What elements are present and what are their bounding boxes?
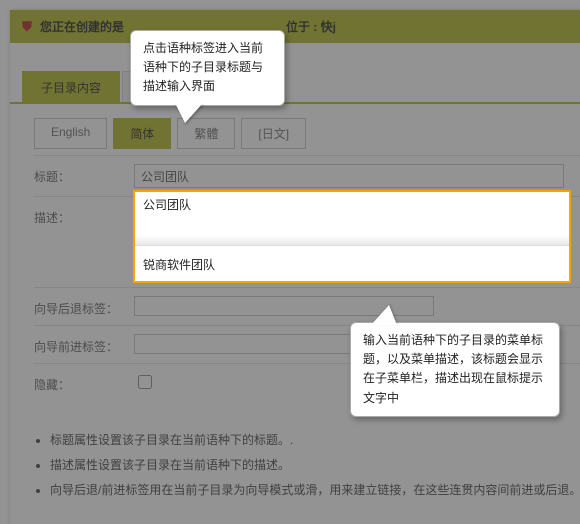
hidden-label: 隐藏： — [34, 372, 134, 393]
help-bullet: 标题属性设置该子目录在当前语种下的标题。. — [50, 429, 580, 452]
lang-tab-japanese[interactable]: [日文] — [241, 118, 306, 149]
description-label: 描述： — [34, 205, 134, 226]
lang-tab-traditional[interactable]: 繁體 — [177, 118, 235, 149]
divider — [135, 235, 569, 246]
tab-subdir-content[interactable]: 子目录内容 — [22, 71, 120, 102]
callout-title-desc: 输入当前语种下的子目录的菜单标题，以及菜单描述，该标题会显示在子菜单栏，描述出现… — [350, 322, 560, 417]
hidden-checkbox[interactable] — [138, 375, 152, 389]
banner-text-right: 位于 : 快j — [286, 18, 336, 35]
callout-text: 点击语种标签进入当前语种下的子目录标题与描述输入界面 — [143, 41, 263, 93]
wizard-back-label: 向导后退标签： — [34, 296, 134, 317]
highlight-desc-value[interactable]: 锐商软件团队 — [135, 250, 569, 273]
highlight-title-desc: 公司团队 锐商软件团队 — [133, 190, 571, 283]
primary-tabs: 子目录内容 限 — [10, 71, 580, 104]
help-bullet: 描述属性设置该子目录在当前语种下的描述。 — [50, 454, 580, 477]
title-input[interactable]: 公司团队 — [134, 164, 564, 188]
banner-text-left: 您正在创建的是 — [40, 18, 124, 35]
speech-tail-icon — [175, 103, 203, 123]
speech-tail-icon — [371, 305, 397, 325]
wizard-forward-label: 向导前进标签： — [34, 334, 134, 355]
title-label: 标题： — [34, 164, 134, 185]
help-bullet: 向导后退/前进标签用在当前子目录为向导模式或滑，用来建立链接，在这些连贯内容间前… — [50, 479, 580, 502]
language-tabs: English 简体 繁體 [日文] — [10, 104, 580, 149]
callout-lang-tabs: 点击语种标签进入当前语种下的子目录标题与描述输入界面 — [130, 30, 285, 106]
callout-text: 输入当前语种下的子目录的菜单标题，以及菜单描述，该标题会显示在子菜单栏，描述出现… — [363, 333, 543, 405]
help-bullet-list: 标题属性设置该子目录在当前语种下的标题。. 描述属性设置该子目录在当前语种下的描… — [10, 423, 580, 513]
warning-banner: ⛊ 您正在创建的是 位于 : 快j — [10, 10, 580, 43]
lang-tab-simplified[interactable]: 简体 — [113, 118, 171, 149]
shield-icon: ⛊ — [20, 20, 34, 34]
highlight-title-value[interactable]: 公司团队 — [135, 192, 569, 213]
lang-tab-english[interactable]: English — [34, 118, 107, 149]
